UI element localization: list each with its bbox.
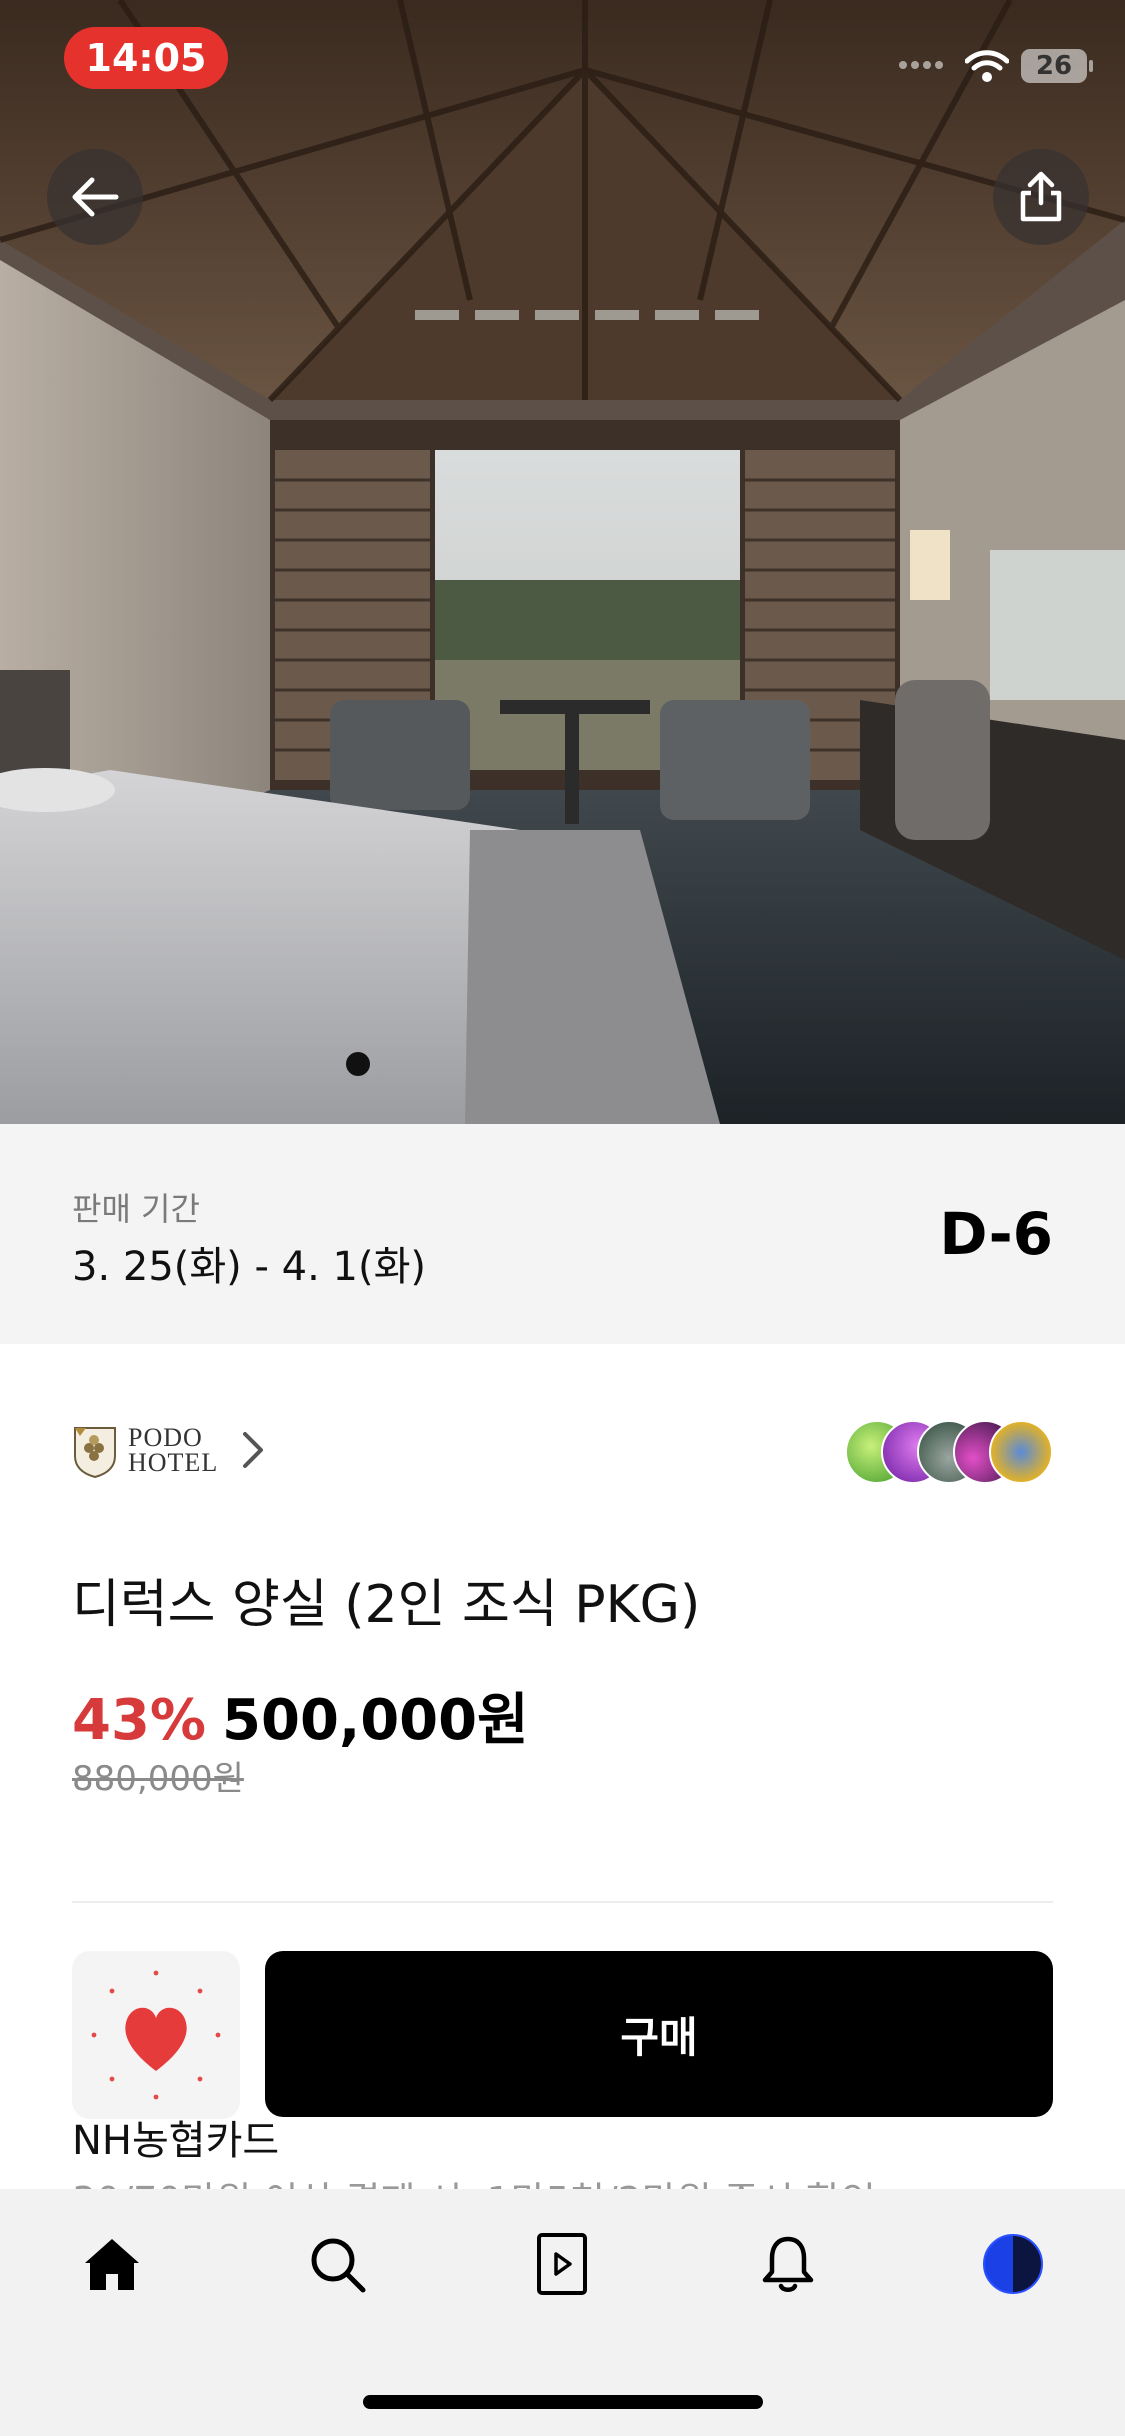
- podo-hotel-logo: [74, 1427, 116, 1478]
- tab-search[interactable]: [305, 2232, 369, 2296]
- heart-icon: [91, 1970, 221, 2100]
- back-button[interactable]: [47, 149, 143, 245]
- search-icon: [311, 2238, 366, 2293]
- tab-profile[interactable]: [981, 2232, 1045, 2296]
- hotel-room-photo[interactable]: [0, 0, 1125, 1124]
- like-button[interactable]: [72, 1951, 240, 2119]
- home-indicator: [363, 2395, 763, 2409]
- tab-notifications[interactable]: [756, 2232, 820, 2296]
- brand-name-line2: HOTEL: [128, 1448, 219, 1477]
- brand-name: PODO HOTEL: [128, 1423, 219, 1477]
- carousel-indicator: [346, 1052, 370, 1076]
- battery-icon: 26: [1021, 49, 1093, 83]
- dday-countdown: D-6: [939, 1200, 1053, 1268]
- sale-period-label: 판매 기간: [72, 1190, 200, 1228]
- status-indicators: 26: [899, 44, 1093, 88]
- home-icon: [85, 2239, 139, 2290]
- promo-title: NH농협카드: [72, 2118, 280, 2164]
- share-button[interactable]: [993, 149, 1089, 245]
- video-icon: [537, 2233, 587, 2295]
- signal-icon: [899, 61, 951, 71]
- wifi-icon: [965, 50, 1009, 82]
- brand-link[interactable]: PODO HOTEL: [72, 1420, 264, 1480]
- buyer-avatars[interactable]: [845, 1420, 1053, 1484]
- brand-name-line1: PODO: [128, 1423, 203, 1452]
- price-row: 43% 500,000원: [72, 1675, 529, 1756]
- chevron-right-icon: [243, 1432, 264, 1468]
- avatar: [989, 1420, 1053, 1484]
- tab-video[interactable]: [530, 2232, 594, 2296]
- bell-icon: [762, 2236, 814, 2292]
- divider: [72, 1901, 1053, 1903]
- discount-rate: 43%: [72, 1688, 207, 1753]
- profile-icon: [983, 2234, 1043, 2294]
- arrow-left-icon: [72, 177, 119, 217]
- product-title: 디럭스 양실 (2인 조식 PKG): [72, 1575, 701, 1635]
- original-price: 880,000원: [72, 1759, 244, 1799]
- share-icon: [1020, 171, 1062, 222]
- sale-period-dates: 3. 25(화) - 4. 1(화): [72, 1244, 426, 1290]
- status-time: 14:05: [64, 27, 228, 89]
- buy-button[interactable]: 구매: [265, 1951, 1053, 2117]
- tab-home[interactable]: [80, 2232, 144, 2296]
- sale-price: 500,000원: [222, 1688, 529, 1753]
